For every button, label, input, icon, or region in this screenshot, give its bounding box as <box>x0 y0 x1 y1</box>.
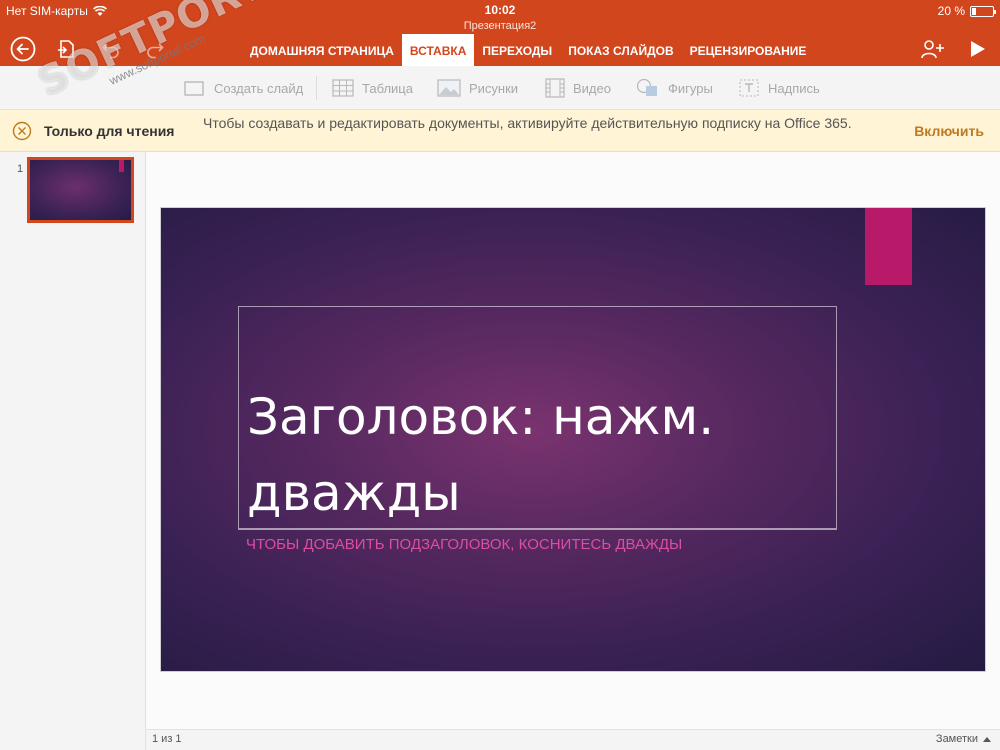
title-placeholder[interactable]: Заголовок: нажм. дважды ЧТОБЫ ДОБАВИТЬ П… <box>238 306 837 553</box>
pictures-label: Рисунки <box>469 80 519 96</box>
tab-transitions[interactable]: ПЕРЕХОДЫ <box>474 34 560 66</box>
slide-thumbnail[interactable] <box>27 157 134 223</box>
redo-button[interactable] <box>140 34 170 64</box>
notice-title: Только для чтения <box>44 123 175 139</box>
table-button[interactable]: Таблица <box>332 77 413 99</box>
notice-message: Чтобы создавать и редактировать документ… <box>203 115 852 131</box>
chevron-up-icon <box>983 737 991 742</box>
read-only-notice: Только для чтения Чтобы создавать и реда… <box>0 110 1000 152</box>
video-label: Видео <box>573 80 611 96</box>
file-icon <box>58 40 74 58</box>
shapes-button[interactable]: Фигуры <box>636 77 713 99</box>
redo-icon <box>147 43 164 59</box>
status-bar: Нет SIM-карты 10:02 20 % <box>0 0 1000 20</box>
table-icon <box>332 79 354 97</box>
new-slide-icon <box>184 81 204 96</box>
tab-home[interactable]: ДОМАШНЯЯ СТРАНИЦА <box>242 34 402 66</box>
play-button[interactable] <box>962 34 992 64</box>
status-battery: 20 % <box>937 4 996 18</box>
enable-button[interactable]: Включить <box>914 123 984 139</box>
tab-insert[interactable]: ВСТАВКА <box>401 34 475 66</box>
video-button[interactable]: Видео <box>545 77 611 99</box>
insert-ribbon: Создать слайд Таблица Рисунки Видео Фигу… <box>0 66 1000 110</box>
close-circle-icon[interactable] <box>12 121 32 141</box>
slide-accent-bar <box>865 208 912 285</box>
undo-button[interactable] <box>96 34 126 64</box>
table-label: Таблица <box>362 80 413 96</box>
video-icon <box>545 78 565 98</box>
slide-thumbnails: 1 <box>0 152 146 750</box>
share-button[interactable] <box>918 34 948 64</box>
ribbon-divider <box>316 76 317 100</box>
status-footer: 1 из 1 Заметки <box>146 729 1000 750</box>
slide-subtitle[interactable]: ЧТОБЫ ДОБАВИТЬ ПОДЗАГОЛОВОК, КОСНИТЕСЬ Д… <box>246 536 682 553</box>
tab-slide-show[interactable]: ПОКАЗ СЛАЙДОВ <box>560 34 681 66</box>
shapes-icon <box>636 78 657 96</box>
document-title: Презентация2 <box>463 20 537 32</box>
new-slide-label: Создать слайд <box>214 80 304 96</box>
play-icon <box>971 41 985 57</box>
ribbon-tabs: ДОМАШНЯЯ СТРАНИЦА ВСТАВКА ПЕРЕХОДЫ ПОКАЗ… <box>242 34 814 66</box>
text-box-label: Надпись <box>768 80 820 96</box>
page-counter: 1 из 1 <box>152 733 182 745</box>
file-button[interactable] <box>51 34 81 64</box>
add-person-icon <box>921 40 944 59</box>
slide[interactable]: Заголовок: нажм. дважды ЧТОБЫ ДОБАВИТЬ П… <box>160 207 986 672</box>
thumbnail-number: 1 <box>17 163 24 175</box>
back-button[interactable] <box>8 34 38 64</box>
tab-review[interactable]: РЕЦЕНЗИРОВАНИЕ <box>682 34 815 66</box>
status-time: 10:02 <box>484 3 516 17</box>
picture-icon <box>437 79 461 97</box>
header-toolbar: ДОМАШНЯЯ СТРАНИЦА ВСТАВКА ПЕРЕХОДЫ ПОКАЗ… <box>0 34 1000 66</box>
battery-level <box>972 7 976 15</box>
text-box-button[interactable]: Надпись <box>738 77 820 99</box>
notes-label: Заметки <box>935 733 978 745</box>
slide-title: Заголовок: нажм. дважды <box>247 388 715 522</box>
pictures-button[interactable]: Рисунки <box>437 77 518 99</box>
battery-icon <box>970 5 996 17</box>
undo-icon <box>102 43 119 59</box>
battery-percent: 20 % <box>937 4 965 18</box>
app-header: Нет SIM-карты 10:02 20 % Презентация2 ДО… <box>0 0 1000 66</box>
shapes-label: Фигуры <box>668 80 713 96</box>
back-arrow-icon <box>10 36 36 62</box>
thumbnail-accent <box>119 160 124 172</box>
subtitle-divider <box>239 528 836 529</box>
text-box-icon <box>739 79 759 97</box>
new-slide-button[interactable]: Создать слайд <box>184 77 303 99</box>
notes-button[interactable]: Заметки <box>936 733 992 745</box>
